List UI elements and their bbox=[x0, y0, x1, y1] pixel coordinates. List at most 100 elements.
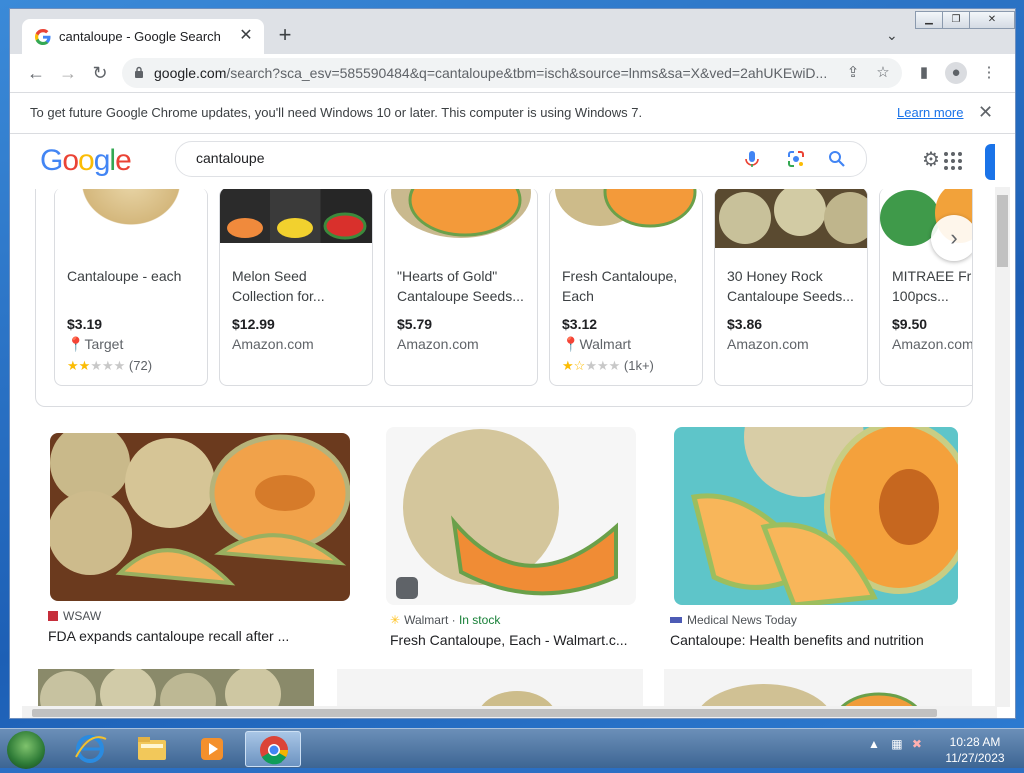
google-apps-grid-icon[interactable] bbox=[944, 152, 962, 170]
chrome-taskbar-icon[interactable] bbox=[245, 731, 301, 767]
minimize-button[interactable]: ▁ bbox=[915, 11, 943, 29]
volume-muted-icon[interactable]: ✖ bbox=[912, 737, 922, 751]
product-title: 30 Honey Rock Cantaloupe Seeds... bbox=[727, 268, 854, 304]
google-favicon-icon bbox=[35, 29, 51, 45]
network-icon[interactable]: ▦ bbox=[891, 737, 902, 751]
product-image bbox=[220, 189, 372, 243]
image-source: WSAW bbox=[48, 609, 101, 623]
restore-button[interactable]: ❐ bbox=[942, 11, 970, 29]
url-text: google.com/search?sca_esv=585590484&q=ca… bbox=[154, 65, 844, 81]
settings-gear-icon[interactable]: ⚙ bbox=[922, 150, 942, 170]
forward-arrow-icon[interactable]: → bbox=[57, 62, 79, 84]
lens-camera-icon[interactable] bbox=[786, 149, 806, 169]
image-caption[interactable]: Fresh Cantaloupe, Each - Walmart.c... bbox=[390, 632, 628, 648]
google-logo[interactable]: Google bbox=[40, 144, 132, 178]
star-rating-icon: ★☆★★★ bbox=[562, 358, 621, 373]
new-tab-button[interactable]: + bbox=[274, 24, 296, 47]
window-controls: ▁ ❐ ✕ bbox=[915, 11, 1015, 29]
product-price: $5.79 bbox=[397, 316, 433, 332]
image-source: ✳ Walmart · In stock bbox=[390, 613, 501, 627]
file-explorer-icon[interactable] bbox=[124, 731, 180, 767]
update-infobar: To get future Google Chrome updates, you… bbox=[10, 92, 1015, 134]
product-rating: ★☆★★★ (1k+) bbox=[562, 358, 654, 374]
image-caption[interactable]: Cantaloupe: Health benefits and nutritio… bbox=[670, 632, 924, 648]
url-path: /search?sca_esv=585590484&q=cantaloupe&t… bbox=[226, 65, 828, 81]
tab-close-icon[interactable]: ✕ bbox=[236, 26, 256, 46]
product-card[interactable]: Fresh Cantaloupe, Each $3.12 📍Walmart ★☆… bbox=[549, 189, 703, 386]
vertical-scrollbar[interactable] bbox=[995, 187, 1010, 707]
learn-more-link[interactable]: Learn more bbox=[897, 105, 963, 120]
product-price: $3.19 bbox=[67, 316, 103, 332]
media-player-icon[interactable] bbox=[184, 731, 240, 767]
bookmark-star-icon[interactable]: ☆ bbox=[874, 64, 892, 82]
wsaw-favicon-icon bbox=[48, 611, 58, 621]
product-title: MITRAEE Fre 100pcs... bbox=[892, 268, 973, 304]
store-name: Target bbox=[84, 336, 124, 352]
result-image-partial[interactable] bbox=[38, 669, 314, 709]
product-price: $3.12 bbox=[562, 316, 598, 332]
product-card[interactable]: 30 Honey Rock Cantaloupe Seeds... $3.86 … bbox=[714, 189, 868, 386]
address-bar[interactable]: google.com/search?sca_esv=585590484&q=ca… bbox=[122, 58, 902, 88]
product-title: Cantaloupe - each bbox=[67, 268, 182, 284]
windows-taskbar: ▲ ▦ ✖ 10:28 AM 11/27/2023 bbox=[0, 728, 1024, 769]
browser-toolbar: ← → ↻ google.com/search?sca_esv=58559048… bbox=[10, 54, 1015, 92]
browser-tab[interactable]: cantaloupe - Google Search ✕ bbox=[22, 19, 264, 54]
product-image bbox=[715, 189, 867, 248]
store-name: Walmart bbox=[579, 336, 632, 352]
product-image bbox=[550, 189, 702, 248]
store-name: Amazon.com bbox=[232, 336, 314, 352]
product-image bbox=[385, 189, 537, 248]
search-query[interactable]: cantaloupe bbox=[196, 150, 265, 166]
location-pin-icon: 📍 bbox=[562, 336, 580, 352]
image-source: Medical News Today bbox=[670, 613, 797, 627]
result-image-partial[interactable] bbox=[664, 669, 972, 709]
internet-explorer-icon[interactable] bbox=[62, 731, 118, 767]
search-magnifier-icon[interactable] bbox=[827, 149, 847, 169]
product-store: 📍Target bbox=[67, 336, 123, 353]
close-window-button[interactable]: ✕ bbox=[969, 11, 1015, 29]
search-box[interactable]: cantaloupe bbox=[175, 141, 867, 177]
product-price: $12.99 bbox=[232, 316, 275, 332]
infobar-message: To get future Google Chrome updates, you… bbox=[30, 105, 643, 120]
result-image-partial[interactable] bbox=[337, 669, 643, 709]
tab-title: cantaloupe - Google Search bbox=[59, 29, 221, 44]
store-name: Amazon.com bbox=[727, 336, 809, 352]
product-card[interactable]: Melon Seed Collection for... $12.99 Amaz… bbox=[219, 189, 373, 386]
scrollbar-thumb[interactable] bbox=[32, 709, 937, 717]
store-name: Amazon.com bbox=[892, 336, 973, 352]
chrome-window: cantaloupe - Google Search ✕ + ⌄ ▁ ❐ ✕ ←… bbox=[9, 8, 1016, 719]
taskbar-clock[interactable]: 10:28 AM 11/27/2023 bbox=[940, 734, 1010, 766]
product-card[interactable]: "Hearts of Gold" Cantaloupe Seeds... $5.… bbox=[384, 189, 538, 386]
sign-in-button[interactable] bbox=[985, 144, 995, 180]
system-tray: ▲ ▦ ✖ bbox=[868, 737, 922, 751]
product-title: "Hearts of Gold" Cantaloupe Seeds... bbox=[397, 268, 524, 304]
infobar-close-icon[interactable]: ✕ bbox=[978, 102, 993, 123]
product-price: $9.50 bbox=[892, 316, 928, 332]
share-icon[interactable]: ⇪ bbox=[844, 64, 862, 82]
horizontal-scrollbar[interactable] bbox=[22, 706, 997, 718]
product-title: Fresh Cantaloupe, Each bbox=[562, 268, 678, 304]
side-panel-icon[interactable]: ▮ bbox=[913, 62, 935, 84]
more-menu-icon[interactable]: ⋮ bbox=[978, 62, 1000, 84]
result-image bbox=[386, 427, 636, 605]
carousel-next-chevron-icon[interactable]: › bbox=[931, 215, 972, 261]
result-image bbox=[50, 433, 350, 601]
image-caption[interactable]: FDA expands cantaloupe recall after ... bbox=[48, 628, 289, 644]
location-pin-icon: 📍 bbox=[67, 336, 85, 352]
tab-search-chevron-icon[interactable]: ⌄ bbox=[886, 27, 904, 45]
scrollbar-thumb[interactable] bbox=[997, 195, 1008, 267]
show-hidden-icons-icon[interactable]: ▲ bbox=[868, 737, 880, 751]
product-card[interactable]: Cantaloupe - each $3.19 📍Target ★★★★★ (7… bbox=[54, 189, 208, 386]
tab-strip: cantaloupe - Google Search ✕ + ⌄ ▁ ❐ ✕ bbox=[10, 9, 1015, 54]
voice-search-mic-icon[interactable] bbox=[742, 149, 762, 169]
profile-avatar-icon[interactable]: ● bbox=[945, 62, 967, 84]
clock-time: 10:28 AM bbox=[949, 735, 1001, 749]
store-name: Amazon.com bbox=[397, 336, 479, 352]
back-arrow-icon[interactable]: ← bbox=[25, 62, 47, 84]
result-image bbox=[674, 427, 958, 605]
reload-icon[interactable]: ↻ bbox=[89, 62, 111, 84]
page-content: Google cantaloupe ⚙ Cantaloupe - each $3… bbox=[10, 134, 1015, 718]
url-host: google.com bbox=[154, 65, 227, 81]
start-button[interactable] bbox=[7, 731, 45, 769]
lock-icon bbox=[135, 66, 143, 78]
